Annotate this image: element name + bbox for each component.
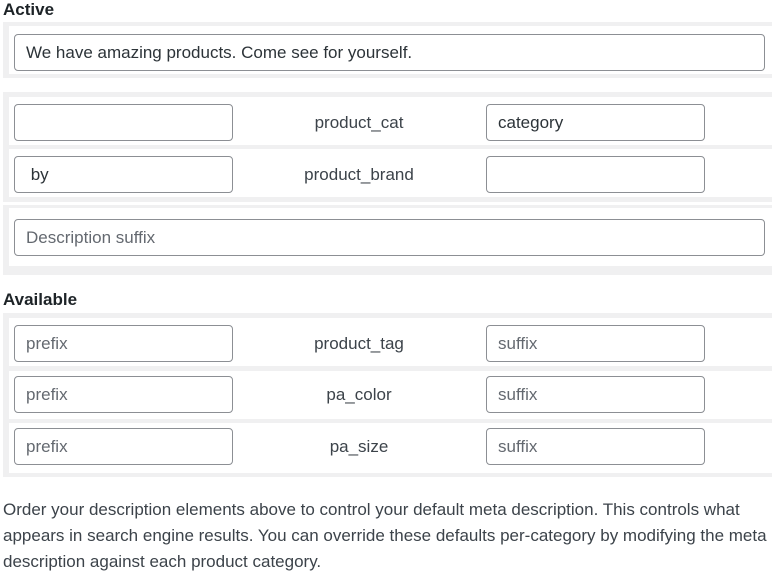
active-row-product-brand[interactable]: product_brand — [9, 149, 772, 197]
suffix-input[interactable] — [486, 428, 705, 465]
available-heading: Available — [3, 290, 78, 309]
prefix-input[interactable] — [14, 428, 233, 465]
suffix-input[interactable] — [486, 325, 705, 362]
taxonomy-label: pa_color — [326, 385, 392, 404]
prefix-input[interactable] — [14, 376, 233, 413]
help-text: Order your description elements above to… — [3, 500, 767, 571]
active-heading: Active — [3, 0, 55, 19]
suffix-input[interactable] — [486, 104, 705, 141]
prefix-input[interactable] — [14, 325, 233, 362]
active-row-product-cat[interactable]: product_cat — [9, 97, 772, 145]
available-taxonomy-panel: product_tag pa_color pa_size — [3, 313, 772, 477]
prefix-input[interactable] — [14, 156, 233, 193]
description-text-row[interactable] — [9, 26, 772, 74]
taxonomy-label: product_brand — [304, 165, 414, 184]
suffix-input[interactable] — [486, 156, 705, 193]
suffix-input[interactable] — [486, 376, 705, 413]
description-text-panel — [3, 22, 772, 78]
description-suffix-input[interactable] — [14, 219, 765, 256]
available-row-pa-size[interactable]: pa_size — [9, 423, 772, 473]
active-taxonomy-panel: product_cat product_brand — [3, 92, 772, 202]
taxonomy-label: product_cat — [314, 113, 404, 132]
description-text-input[interactable] — [14, 34, 765, 71]
prefix-input[interactable] — [14, 104, 233, 141]
description-suffix-row[interactable] — [9, 208, 772, 266]
available-row-product-tag[interactable]: product_tag — [9, 318, 772, 366]
available-row-pa-color[interactable]: pa_color — [9, 371, 772, 419]
taxonomy-label: pa_size — [329, 437, 389, 456]
description-suffix-panel — [3, 205, 772, 275]
taxonomy-label: product_tag — [314, 334, 404, 353]
